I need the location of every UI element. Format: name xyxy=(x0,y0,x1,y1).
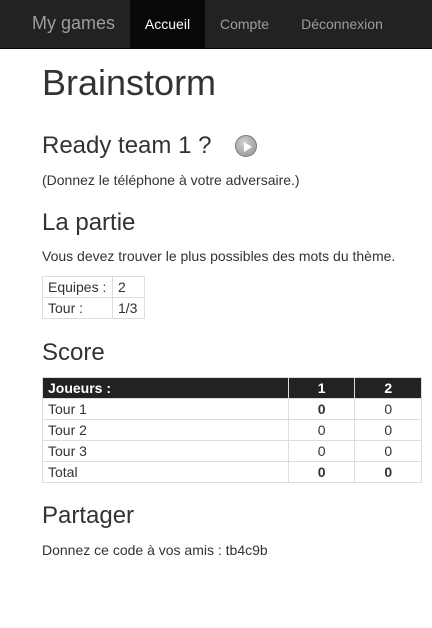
score-heading: Score xyxy=(42,339,105,366)
share-code-text: Donnez ce code à vos amis : tb4c9b xyxy=(42,542,268,558)
table-row: Tour 3 0 0 xyxy=(42,440,422,462)
score-header-row: Joueurs : 1 2 xyxy=(42,377,422,399)
info-label: Equipes : xyxy=(42,276,113,298)
info-value: 1/3 xyxy=(112,297,145,319)
score-cell: 0 xyxy=(354,461,422,483)
score-cell: 0 xyxy=(287,461,356,483)
ready-heading: Ready team 1 ? xyxy=(42,132,212,159)
score-cell: 0 xyxy=(287,398,356,420)
info-label: Tour : xyxy=(42,297,113,319)
row-label: Total xyxy=(42,461,289,483)
header-team-2: 2 xyxy=(354,377,422,399)
table-row: Tour 1 0 0 xyxy=(42,398,422,420)
table-row: Equipes : 2 xyxy=(42,276,145,298)
row-label: Tour 2 xyxy=(42,419,289,441)
nav-item-compte[interactable]: Compte xyxy=(205,0,284,48)
nav-item-accueil[interactable]: Accueil xyxy=(130,0,205,48)
score-cell: 0 xyxy=(287,419,356,441)
table-row: Tour : 1/3 xyxy=(42,297,145,319)
row-label: Tour 3 xyxy=(42,440,289,462)
table-row: Total 0 0 xyxy=(42,461,422,483)
score-cell: 0 xyxy=(354,440,422,462)
partie-heading: La partie xyxy=(42,209,136,236)
ready-note: (Donnez le téléphone à votre adversaire.… xyxy=(42,172,300,188)
play-icon[interactable] xyxy=(235,135,257,157)
score-cell: 0 xyxy=(354,419,422,441)
table-row: Tour 2 0 0 xyxy=(42,419,422,441)
score-cell: 0 xyxy=(354,398,422,420)
brand-link[interactable]: My games xyxy=(32,13,115,33)
partager-heading: Partager xyxy=(42,502,135,529)
partie-description: Vous devez trouver le plus possibles des… xyxy=(42,248,396,264)
score-table: Joueurs : 1 2 Tour 1 0 0 Tour 2 0 0 Tour… xyxy=(42,377,422,483)
header-team-1: 1 xyxy=(287,377,356,399)
game-info-table: Equipes : 2 Tour : 1/3 xyxy=(42,276,145,319)
score-cell: 0 xyxy=(287,440,356,462)
page-title: Brainstorm xyxy=(42,62,217,103)
nav-item-deconnexion[interactable]: Déconnexion xyxy=(284,0,400,48)
top-navbar: My games Accueil Compte Déconnexion xyxy=(0,0,432,49)
row-label: Tour 1 xyxy=(42,398,289,420)
header-joueurs: Joueurs : xyxy=(42,377,289,399)
info-value: 2 xyxy=(112,276,145,298)
